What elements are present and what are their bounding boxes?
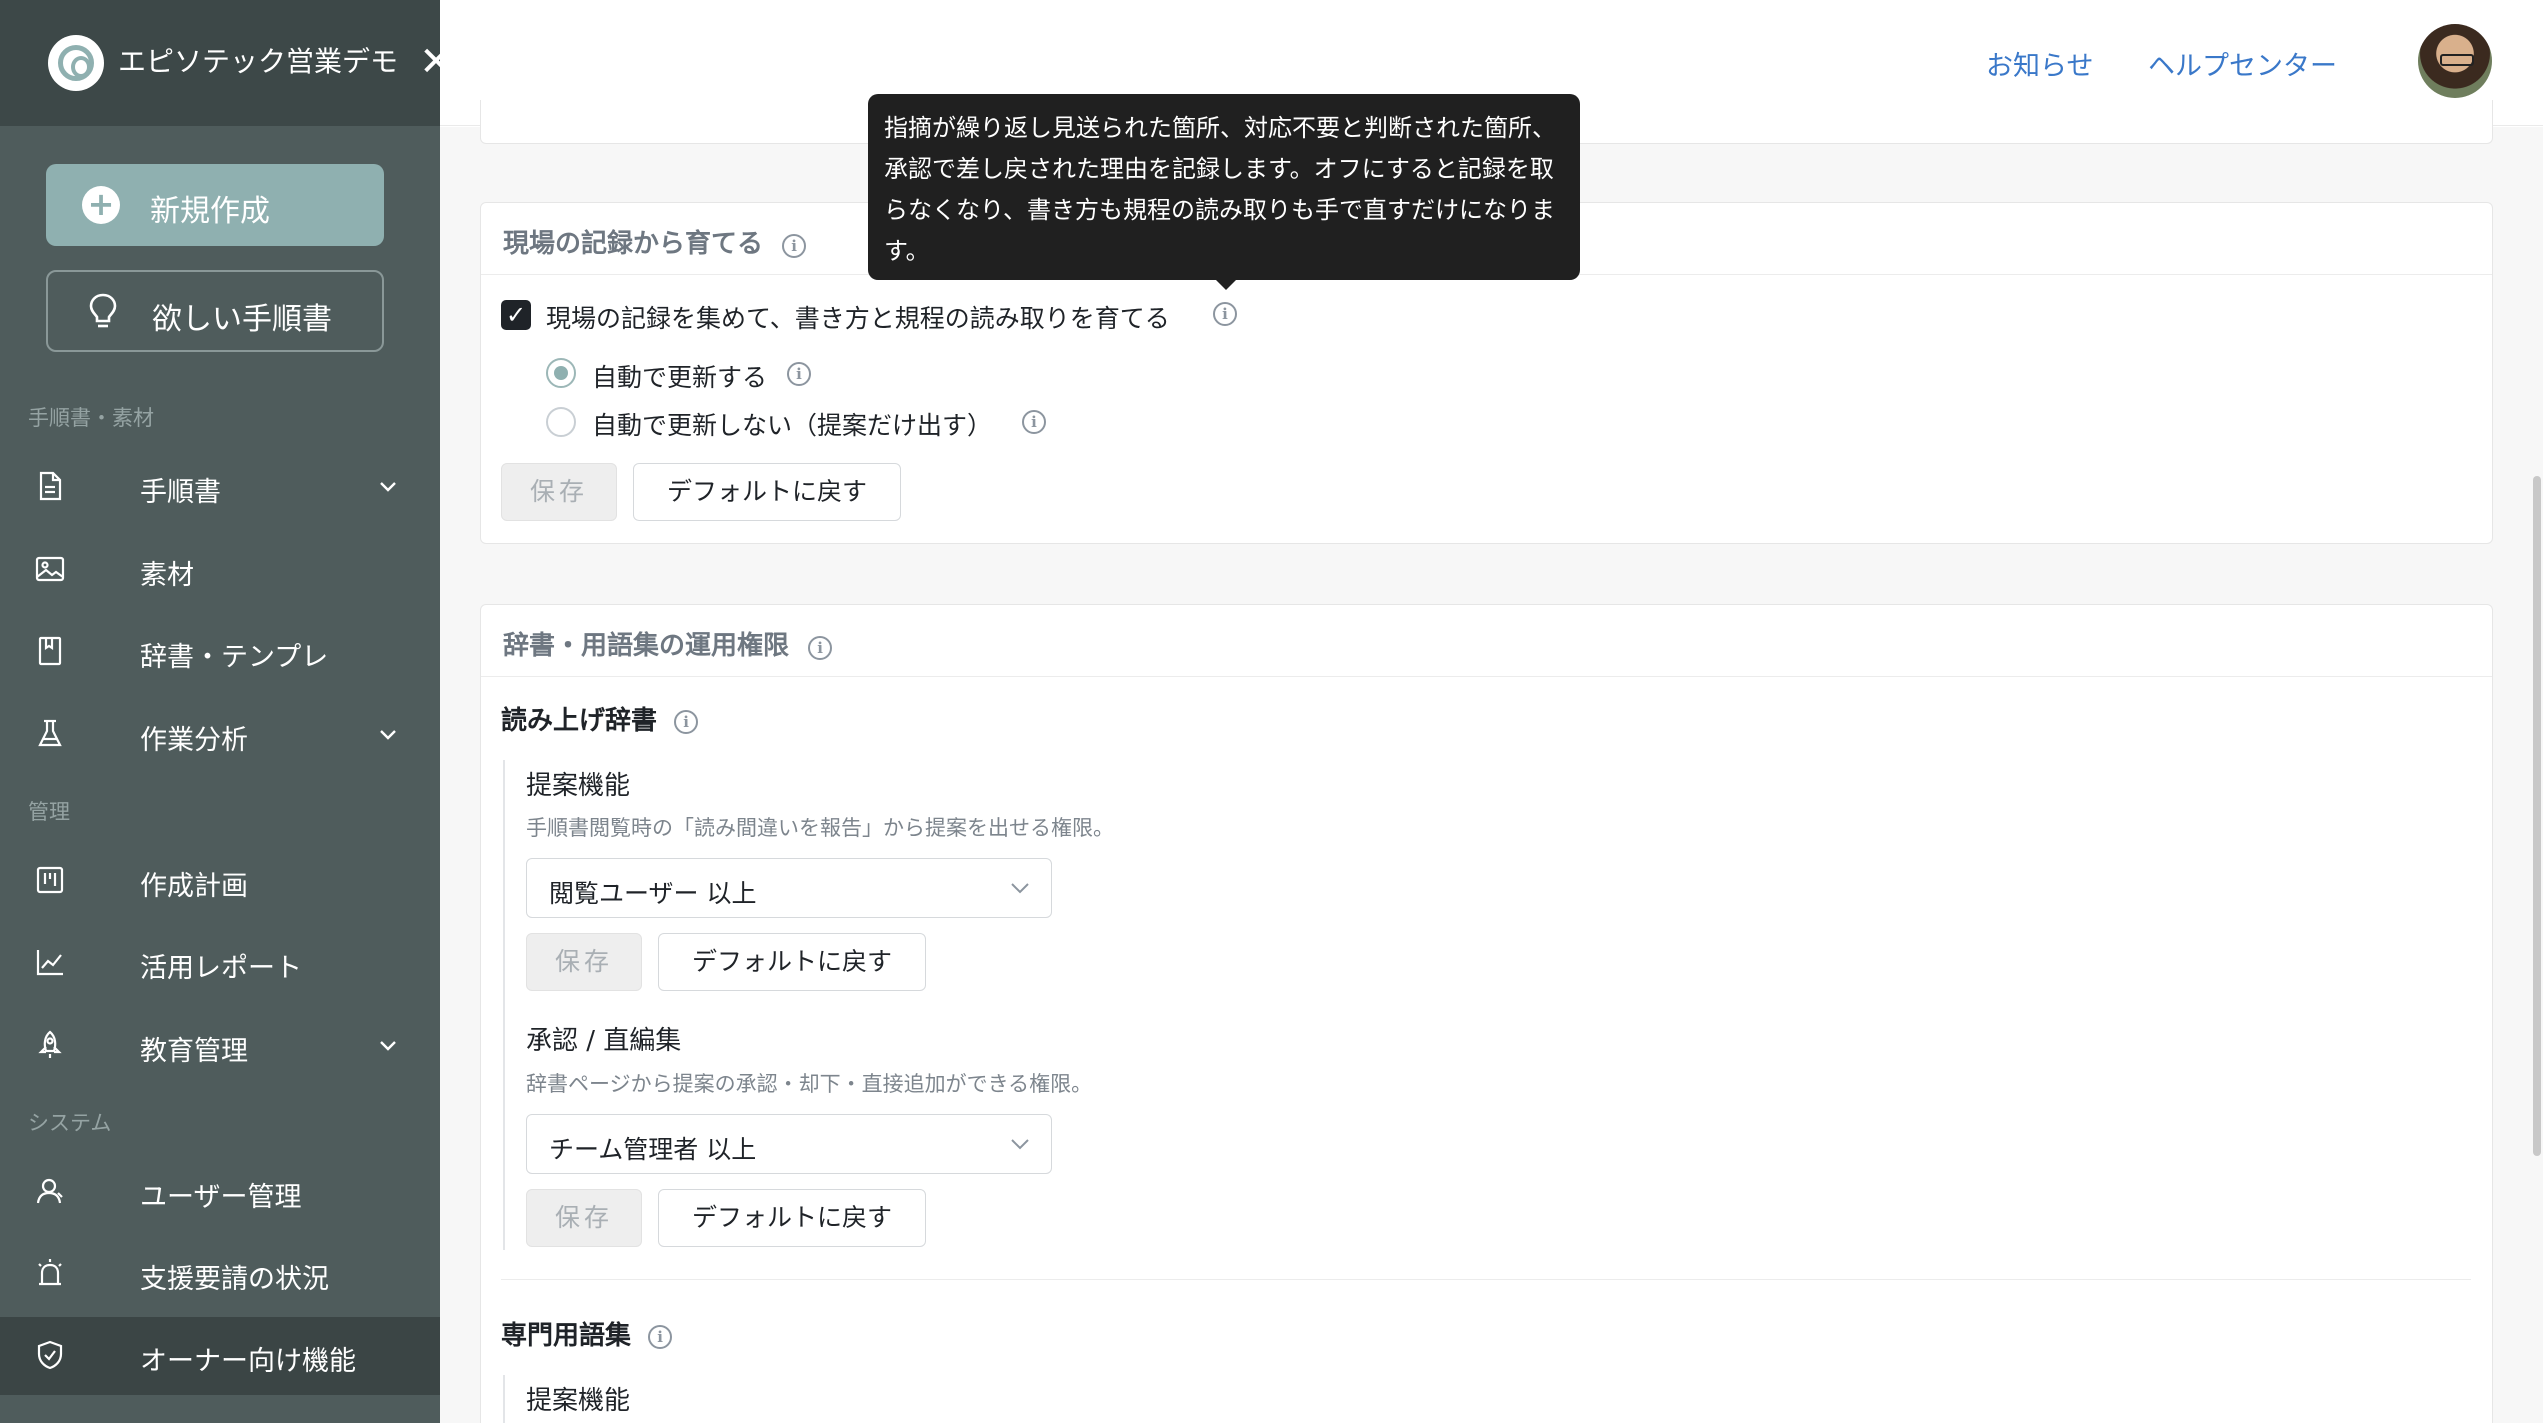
- record-collect-label: 現場の記録を集めて、書き方と規程の読み取りを育てる: [546, 304, 1170, 333]
- card-header: 辞書・用語集の運用権限 i: [481, 605, 2492, 677]
- chevron-down-icon: [1011, 1139, 1029, 1150]
- chevron-down-icon[interactable]: [376, 1033, 400, 1057]
- rocket-icon: [38, 1030, 62, 1058]
- reset-default-button[interactable]: デフォルトに戻す: [633, 463, 901, 521]
- sidebar-item-owner[interactable]: オーナー向け機能: [0, 1317, 440, 1395]
- plus-icon: +: [82, 186, 120, 224]
- sidebar-item-materials[interactable]: 素材: [0, 531, 440, 609]
- proposal-title: 提案機能: [526, 771, 631, 801]
- proposal-description: 手順書閲覧時の「読み間違いを報告」から提案を出せる権限。: [526, 816, 1114, 840]
- manual-update-label: 自動で更新しない（提案だけ出す）: [592, 411, 993, 440]
- wanted-manual-label: 欲しい手順書: [152, 302, 332, 337]
- sidebar-item-label: 辞書・テンプレ: [140, 642, 329, 673]
- board-icon: [36, 866, 64, 894]
- info-icon[interactable]: i: [648, 1325, 673, 1349]
- select-value: 閲覧ユーザー 以上: [549, 879, 757, 908]
- glossary-title: 専門用語集 i: [501, 1315, 673, 1352]
- info-icon[interactable]: i: [1213, 302, 1237, 326]
- sidebar-item-dictionary[interactable]: 辞書・テンプレ: [0, 613, 440, 691]
- indent-bar: [503, 760, 505, 1250]
- flask-icon: [38, 719, 62, 747]
- brand-bar: エピソテック営業デモ: [0, 0, 470, 126]
- auto-update-label: 自動で更新する: [592, 363, 768, 392]
- record-collect-checkbox[interactable]: ✓: [501, 300, 531, 330]
- avatar[interactable]: [2418, 24, 2492, 98]
- section-label-materials: 手順書・素材: [28, 406, 154, 430]
- chevron-down-icon: [1011, 883, 1029, 894]
- reset-default-button[interactable]: デフォルトに戻す: [658, 933, 926, 991]
- glossary-proposal-title: 提案機能: [526, 1386, 631, 1416]
- sidebar-item-label: 教育管理: [140, 1036, 248, 1067]
- sidebar-item-support[interactable]: 支援要請の状況: [0, 1235, 440, 1313]
- manual-update-radio[interactable]: [546, 407, 576, 437]
- help-center-link[interactable]: ヘルプセンター: [2148, 44, 2337, 83]
- sidebar-item-label: ユーザー管理: [140, 1182, 302, 1213]
- info-icon[interactable]: i: [782, 234, 807, 258]
- info-icon[interactable]: i: [787, 362, 811, 386]
- brand-logo: [48, 35, 104, 91]
- section-label-manage: 管理: [28, 800, 70, 824]
- wanted-manual-button[interactable]: 欲しい手順書: [46, 270, 384, 352]
- chart-icon: [36, 950, 63, 976]
- sidebar-item-manuals[interactable]: 手順書: [0, 448, 440, 526]
- image-icon: [35, 556, 65, 582]
- save-button[interactable]: 保存: [526, 1189, 642, 1247]
- sidebar-item-label: 活用レポート: [140, 953, 302, 984]
- sidebar-item-label: 手順書: [140, 477, 221, 508]
- card-title: 辞書・用語集の運用権限 i: [503, 625, 833, 662]
- tooltip-text: 指摘が繰り返し見送られた箇所、対応不要と判断された箇所、承認で差し戻された理由を…: [884, 114, 1556, 265]
- save-button[interactable]: 保存: [501, 463, 617, 521]
- sidebar-item-users[interactable]: ユーザー管理: [0, 1153, 440, 1231]
- reset-default-button[interactable]: デフォルトに戻す: [658, 1189, 926, 1247]
- user-icon: [36, 1178, 63, 1204]
- glossary-label: 専門用語集: [501, 1321, 632, 1351]
- tooltip-arrow: [1214, 278, 1238, 290]
- lightbulb-icon: [89, 293, 117, 328]
- info-icon[interactable]: i: [674, 710, 699, 734]
- approval-title: 承認 / 直編集: [526, 1026, 682, 1056]
- record-section-title: 現場の記録から育てる: [503, 229, 764, 259]
- dictionary-section-title: 辞書・用語集の運用権限: [503, 631, 790, 661]
- proposal-permission-select[interactable]: 閲覧ユーザー 以上: [526, 858, 1052, 918]
- shield-check-icon: [37, 1340, 63, 1370]
- new-create-button[interactable]: + 新規作成: [46, 164, 384, 246]
- chevron-down-icon[interactable]: [376, 722, 400, 746]
- info-icon[interactable]: i: [1022, 410, 1046, 434]
- sidebar-item-plan[interactable]: 作成計画: [0, 842, 440, 920]
- info-icon[interactable]: i: [808, 636, 833, 660]
- reading-dictionary-label: 読み上げ辞書: [501, 706, 658, 736]
- card-title: 現場の記録から育てる i: [503, 223, 807, 260]
- sidebar-item-education[interactable]: 教育管理: [0, 1007, 440, 1085]
- alarm-icon: [38, 1259, 62, 1286]
- section-label-system: システム: [28, 1111, 112, 1135]
- section-divider: [501, 1279, 2471, 1280]
- sidebar-item-label: 素材: [140, 560, 194, 591]
- sidebar-item-report[interactable]: 活用レポート: [0, 924, 440, 1002]
- chevron-down-icon[interactable]: [376, 474, 400, 498]
- document-icon: [39, 471, 62, 501]
- reading-dictionary-title: 読み上げ辞書 i: [501, 700, 699, 737]
- sidebar-item-work-analysis[interactable]: 作業分析: [0, 696, 440, 774]
- dictionary-permissions-card: 辞書・用語集の運用権限 i: [480, 604, 2493, 1423]
- sidebar: エピソテック営業デモ ✕ + 新規作成 欲しい手順書 手順書・素材 手順書 素材…: [0, 0, 470, 1423]
- sidebar-item-label: オーナー向け機能: [140, 1346, 356, 1377]
- auto-update-radio[interactable]: [546, 358, 576, 388]
- sidebar-item-label: 作業分析: [140, 725, 248, 756]
- sidebar-item-label: 作成計画: [140, 871, 248, 902]
- approval-description: 辞書ページから提案の承認・却下・直接追加ができる権限。: [526, 1072, 1093, 1096]
- brand-name: エピソテック営業デモ: [118, 45, 399, 78]
- scrollbar[interactable]: [2533, 476, 2541, 1156]
- book-icon: [38, 636, 62, 666]
- news-link[interactable]: お知らせ: [1986, 44, 2093, 83]
- new-create-label: 新規作成: [150, 194, 270, 229]
- tooltip: 指摘が繰り返し見送られた箇所、対応不要と判断された箇所、承認で差し戻された理由を…: [868, 94, 1580, 280]
- save-button[interactable]: 保存: [526, 933, 642, 991]
- select-value: チーム管理者 以上: [549, 1135, 757, 1164]
- approval-permission-select[interactable]: チーム管理者 以上: [526, 1114, 1052, 1174]
- sidebar-item-label: 支援要請の状況: [140, 1264, 329, 1295]
- indent-bar: [503, 1375, 505, 1423]
